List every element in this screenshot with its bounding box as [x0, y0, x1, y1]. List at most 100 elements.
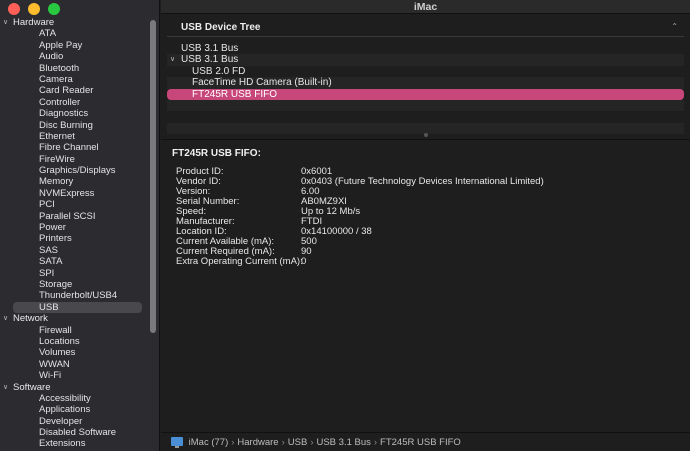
chevron-down-icon[interactable]: ∨ [3, 313, 8, 324]
sidebar-item[interactable]: Parallel SCSI [0, 211, 148, 222]
sidebar-item[interactable]: SPI [0, 268, 148, 279]
close-button[interactable] [8, 3, 20, 15]
sidebar-item-label: Parallel SCSI [39, 210, 96, 222]
sidebar-item[interactable]: Printers [0, 233, 148, 244]
sidebar-item[interactable]: Wi-Fi [0, 370, 148, 381]
window-title: iMac [161, 0, 690, 14]
property-key: Extra Operating Current (mA): [176, 256, 303, 267]
sidebar-item[interactable]: NVMExpress [0, 188, 148, 199]
path-segment[interactable]: Hardware [237, 437, 278, 448]
tree-header[interactable]: USB Device Tree ⌃ [167, 19, 684, 37]
property-row: Vendor ID: 0x0403 (Future Technology Devi… [176, 177, 544, 187]
sidebar-item[interactable]: Applications [0, 404, 148, 415]
sidebar-item-label: SAS [39, 244, 59, 256]
sidebar-item[interactable]: Storage [0, 279, 148, 290]
sidebar-item[interactable]: Firewall [0, 325, 148, 336]
sidebar-item[interactable]: Fibre Channel [0, 142, 148, 153]
chevron-up-icon[interactable]: ⌃ [671, 22, 678, 31]
sidebar-item-label: Printers [39, 233, 72, 245]
tree-row-label: USB 3.1 Bus [181, 54, 239, 66]
sidebar-item[interactable]: Disc Burning [0, 120, 148, 131]
tree-row-label: USB 2.0 FD [192, 65, 246, 77]
sidebar-item-label: Camera [39, 73, 73, 85]
sidebar-item-label: Developer [39, 415, 83, 427]
sidebar-item[interactable]: Extensions [0, 438, 148, 449]
chevron-down-icon[interactable]: ∨ [3, 17, 8, 28]
tree-row[interactable]: USB 2.0 FD [167, 66, 684, 77]
chevron-down-icon[interactable]: ∨ [3, 382, 8, 393]
sidebar-item[interactable]: Graphics/Displays [0, 165, 148, 176]
sidebar-list: ∨ Hardware ATA Apple Pay Audio Bluetooth Camer… [0, 17, 148, 450]
window-controls [8, 3, 60, 15]
sidebar-item-label: Software [13, 381, 51, 393]
path-segment[interactable]: USB 3.1 Bus [316, 437, 370, 448]
tree-row-label: FaceTime HD Camera (Built-in) [192, 77, 332, 89]
sidebar-item[interactable]: FireWire [0, 154, 148, 165]
sidebar-item[interactable]: Apple Pay [0, 40, 148, 51]
tree-row[interactable]: USB 3.1 Bus [167, 43, 684, 54]
path-bar: iMac (77) › Hardware › USB › USB 3.1 Bus › FT245… [161, 432, 690, 451]
sidebar-item[interactable]: Ethernet [0, 131, 148, 142]
sidebar-item-label: Disc Burning [39, 119, 93, 131]
sidebar-item-label: Power [39, 222, 66, 234]
sidebar-item-label: ATA [39, 28, 57, 40]
detail-title: FT245R USB FIFO: [172, 148, 261, 159]
sidebar-item-label: Wi-Fi [39, 370, 62, 382]
sidebar-item-label: Storage [39, 278, 73, 290]
sidebar-item[interactable]: USB [13, 301, 142, 314]
sidebar-item-label: Controller [39, 96, 81, 108]
sidebar-group[interactable]: ∨ Software [0, 382, 148, 393]
sidebar-item[interactable]: Card Reader [0, 85, 148, 96]
imac-icon [171, 437, 183, 448]
sidebar-item-label: SATA [39, 256, 63, 268]
sidebar-scrollbar[interactable] [150, 20, 156, 333]
sidebar-item[interactable]: Developer [0, 416, 148, 427]
sidebar-item[interactable]: Controller [0, 97, 148, 108]
sidebar-group[interactable]: ∨ Hardware [0, 17, 148, 28]
sidebar-item-label: Ethernet [39, 130, 75, 142]
sidebar-item-label: Bluetooth [39, 62, 80, 74]
sidebar-item[interactable]: Disabled Software [0, 427, 148, 438]
sidebar-item[interactable]: PCI [0, 199, 148, 210]
sidebar-item[interactable]: Volumes [0, 347, 148, 358]
sidebar-item[interactable]: Locations [0, 336, 148, 347]
tree-row[interactable]: FaceTime HD Camera (Built-in) [167, 77, 684, 89]
property-value: 0 [301, 256, 307, 267]
minimize-button[interactable] [28, 3, 40, 15]
path-segment[interactable]: FT245R USB FIFO [380, 437, 461, 448]
sidebar-item-label: Disabled Software [39, 427, 117, 439]
sidebar-group[interactable]: ∨ Network [0, 313, 148, 324]
path-segment[interactable]: iMac (77) [189, 437, 229, 448]
sidebar-item[interactable]: Camera [0, 74, 148, 85]
path-segment[interactable]: USB [288, 437, 308, 448]
zoom-button[interactable] [48, 3, 60, 15]
usb-device-tree: USB 3.1 Bus ∨ USB 3.1 Bus USB 2.0 FD FaceTim… [167, 43, 684, 135]
tree-row-label: FT245R USB FIFO [192, 88, 278, 100]
sidebar-item[interactable]: WWAN [0, 359, 148, 370]
sidebar-item-label: Hardware [13, 17, 55, 28]
sidebar-item-label: Applications [39, 404, 91, 416]
tree-row[interactable]: FT245R USB FIFO [167, 88, 684, 100]
sidebar-item-label: NVMExpress [39, 187, 95, 199]
sidebar: ∨ Hardware ATA Apple Pay Audio Bluetooth Camer… [0, 0, 160, 451]
sidebar-item[interactable]: SATA [0, 256, 148, 267]
sidebar-item[interactable]: Power [0, 222, 148, 233]
sidebar-item[interactable]: Thunderbolt/USB4 [0, 290, 148, 301]
chevron-down-icon[interactable]: ∨ [170, 54, 175, 65]
sidebar-item-label: Audio [39, 51, 64, 63]
sidebar-item-label: Extensions [39, 438, 86, 450]
divider [161, 139, 690, 140]
sidebar-item-label: Diagnostics [39, 108, 89, 120]
tree-row[interactable]: ∨ USB 3.1 Bus [167, 54, 684, 66]
sidebar-item-label: Thunderbolt/USB4 [39, 290, 118, 302]
tree-header-title: USB Device Tree [181, 22, 261, 33]
sidebar-item[interactable]: Diagnostics [0, 108, 148, 119]
sidebar-item[interactable]: Audio [0, 51, 148, 62]
sidebar-item[interactable]: Memory [0, 176, 148, 187]
sidebar-item[interactable]: Accessibility [0, 393, 148, 404]
split-handle[interactable] [424, 133, 428, 137]
sidebar-item[interactable]: SAS [0, 245, 148, 256]
sidebar-item-label: SPI [39, 267, 55, 279]
sidebar-item[interactable]: ATA [0, 28, 148, 39]
sidebar-item[interactable]: Bluetooth [0, 63, 148, 74]
